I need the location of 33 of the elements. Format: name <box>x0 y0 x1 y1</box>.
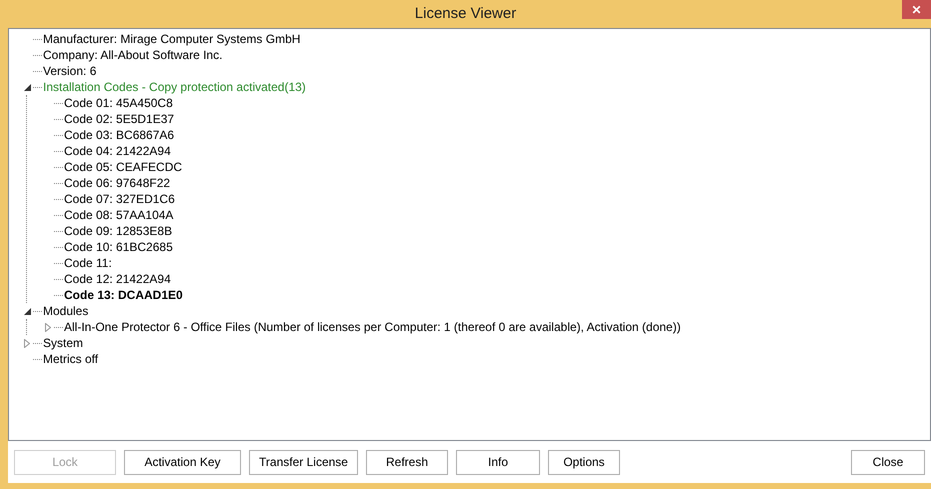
tree-item[interactable]: Code 11: <box>64 255 112 271</box>
dialog-button[interactable]: Info <box>456 450 540 474</box>
dialog-button[interactable]: Transfer License <box>249 450 358 474</box>
tree-item[interactable]: Code 07: 327ED1C6 <box>64 191 175 207</box>
tree-item[interactable]: Code 04: 21422A94 <box>64 143 171 159</box>
tree-item[interactable]: Metrics off <box>43 351 98 367</box>
window-title: License Viewer <box>414 4 516 24</box>
dialog-button[interactable]: Close <box>851 450 925 474</box>
collapsed-triangle-icon[interactable] <box>45 322 51 332</box>
tree-item[interactable]: Code 08: 57AA104A <box>64 207 174 223</box>
close-icon[interactable]: ✕ <box>902 0 931 19</box>
dialog-button[interactable]: Options <box>548 450 620 474</box>
tree-item[interactable]: Code 02: 5E5D1E37 <box>64 111 174 127</box>
tree-item[interactable]: Version: 6 <box>43 63 96 79</box>
dialog-button[interactable]: Activation Key <box>124 450 241 474</box>
expanded-triangle-icon[interactable] <box>24 308 30 314</box>
dialog-button[interactable]: Refresh <box>366 450 448 474</box>
tree-item[interactable]: Code 05: CEAFECDC <box>64 159 182 175</box>
tree-item[interactable]: Modules <box>43 303 88 319</box>
tree-item[interactable]: Code 03: BC6867A6 <box>64 127 174 143</box>
tree-item[interactable]: Installation Codes - Copy protection activated(13) <box>43 79 306 95</box>
tree-item[interactable]: Manufacturer: Mirage Computer Systems GmbH <box>43 31 300 47</box>
tree-item[interactable]: Code 06: 97648F22 <box>64 175 170 191</box>
expanded-triangle-icon[interactable] <box>24 84 30 90</box>
tree-item[interactable]: Code 10: 61BC2685 <box>64 239 173 255</box>
collapsed-triangle-icon[interactable] <box>24 338 30 348</box>
tree-item[interactable]: Code 09: 12853E8B <box>64 223 172 239</box>
tree-item[interactable]: Company: All-About Software Inc. <box>43 47 222 63</box>
tree-item[interactable]: Code 01: 45A450C8 <box>64 95 173 111</box>
tree-item[interactable]: System <box>43 335 84 351</box>
tree-item[interactable]: Code 12: 21422A94 <box>64 271 171 287</box>
tree-item[interactable]: All-In-One Protector 6 - Office Files (Number of licenses per Computer: 1 (thereof 0 are available), Activation (done)) <box>64 319 681 335</box>
tree-item[interactable]: Code 13: DCAAD1E0 <box>64 287 183 303</box>
